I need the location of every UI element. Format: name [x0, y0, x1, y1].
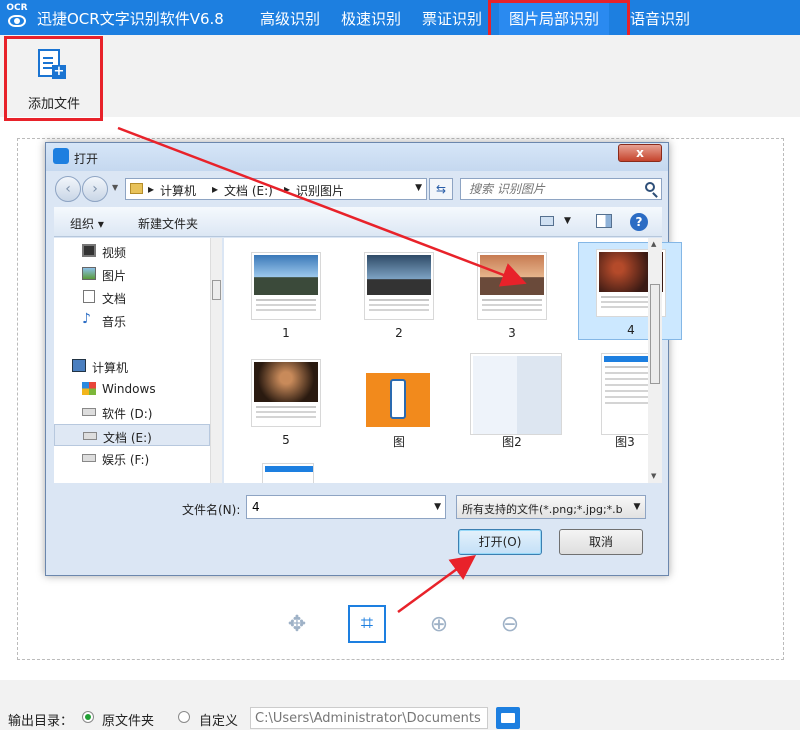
nav-item-computer[interactable]: 计算机: [54, 355, 210, 377]
image-tools: ✥ ⌗ ⊕ ⊖: [0, 605, 800, 645]
file-item-tu[interactable]: 图: [347, 353, 451, 451]
toolbar: + 添加文件: [0, 35, 800, 117]
computer-icon: [72, 359, 86, 372]
help-icon[interactable]: ?: [630, 213, 648, 231]
filename-input[interactable]: [247, 496, 427, 518]
output-dir-label: 输出目录：: [8, 714, 74, 729]
organize-menu[interactable]: 组织 ▾: [70, 215, 104, 232]
open-file-dialog: 打开 x ‹ › ▼ ▸ 计算机 ▸ 文档 (E:) ▸ 识别图片 ▼ ⇆ 组织…: [45, 142, 682, 576]
app-title: 迅捷OCR文字识别软件V6.8: [37, 10, 224, 28]
nav-item-documents[interactable]: 文档: [54, 286, 210, 308]
crop-icon[interactable]: ⌗: [348, 605, 386, 643]
recent-locations-icon[interactable]: ▼: [112, 183, 118, 192]
app-logo-icon: OCR: [4, 3, 30, 33]
browse-folder-icon[interactable]: [496, 707, 520, 729]
nav-pane-scrollbar[interactable]: [210, 238, 222, 483]
windows-drive-icon: [82, 382, 96, 395]
forward-button[interactable]: ›: [82, 176, 108, 202]
zoom-in-icon[interactable]: ⊕: [424, 611, 454, 641]
zoom-out-icon[interactable]: ⊖: [495, 611, 525, 641]
address-row: ‹ › ▼ ▸ 计算机 ▸ 文档 (E:) ▸ 识别图片 ▼ ⇆: [46, 173, 668, 205]
move-icon[interactable]: ✥: [282, 611, 312, 641]
nav-item-pictures[interactable]: 图片: [54, 263, 210, 285]
cancel-button[interactable]: 取消: [559, 529, 643, 555]
search-input[interactable]: [461, 179, 636, 199]
file-type-dropdown-icon[interactable]: ▼: [629, 496, 645, 518]
file-item-5[interactable]: 5: [234, 353, 338, 451]
tab-ticket-recognition[interactable]: 票证识别: [422, 8, 482, 29]
tab-advanced-recognition[interactable]: 高级识别: [260, 8, 320, 29]
nav-item-music[interactable]: ♪ 音乐: [54, 309, 210, 331]
filename-field[interactable]: ▼: [246, 495, 446, 519]
drive-icon: [82, 408, 96, 416]
drive-icon: [83, 432, 97, 440]
dialog-bottom: 文件名(N): ▼ 所有支持的文件(*.png;*.jpg;*.b ▼ 打开(O…: [54, 485, 662, 573]
breadcrumb-drive-e[interactable]: 文档 (E:): [224, 182, 273, 199]
nav-item-drive-d[interactable]: 软件 (D:): [54, 401, 210, 423]
dialog-close-button[interactable]: x: [618, 144, 662, 162]
file-list-pane: 1 2 3 4 5 图 图2 图3 ▲ ▼: [224, 238, 682, 483]
dialog-title-bar[interactable]: 打开 x: [46, 143, 668, 171]
video-icon: [82, 244, 96, 257]
drive-icon: [82, 454, 96, 462]
tab-voice-recognition[interactable]: 语音识别: [630, 8, 690, 29]
pictures-icon: [82, 267, 96, 280]
title-bar: OCR 迅捷OCR文字识别软件V6.8 高级识别 极速识别 票证识别 图片局部识…: [0, 0, 800, 35]
file-item-4[interactable]: 4: [578, 242, 682, 340]
file-pane-scrollbar[interactable]: ▲ ▼: [648, 238, 662, 483]
music-icon: ♪: [82, 311, 91, 327]
radio-original-folder[interactable]: [82, 711, 94, 723]
output-path-input[interactable]: [251, 708, 487, 728]
new-folder-button[interactable]: 新建文件夹: [138, 215, 198, 232]
breadcrumb-folder[interactable]: 识别图片: [296, 182, 344, 199]
original-folder-label[interactable]: 原文件夹: [102, 710, 154, 729]
file-item-3[interactable]: 3: [460, 246, 564, 344]
refresh-icon[interactable]: ⇆: [429, 178, 453, 200]
view-options-icon[interactable]: [540, 216, 554, 226]
dialog-title: 打开: [74, 152, 99, 166]
folder-icon: [130, 183, 143, 194]
app-logo-text: OCR: [6, 3, 28, 13]
file-item-1[interactable]: 1: [234, 246, 338, 344]
back-button[interactable]: ‹: [55, 176, 81, 202]
filename-dropdown-icon[interactable]: ▼: [434, 502, 441, 512]
file-item-partial[interactable]: [234, 460, 338, 483]
radio-custom[interactable]: [178, 711, 190, 723]
view-dropdown-icon[interactable]: ▼: [564, 216, 571, 226]
custom-label[interactable]: 自定义: [199, 710, 238, 729]
address-dropdown-icon[interactable]: ▼: [415, 183, 422, 193]
address-bar[interactable]: ▸ 计算机 ▸ 文档 (E:) ▸ 识别图片 ▼: [125, 178, 427, 200]
breadcrumb-computer[interactable]: 计算机: [160, 182, 196, 199]
search-box[interactable]: [460, 178, 662, 200]
file-item-2[interactable]: 2: [347, 246, 451, 344]
open-button[interactable]: 打开(O): [458, 529, 542, 555]
preview-pane-icon[interactable]: [596, 214, 612, 228]
dialog-app-icon: [53, 148, 69, 164]
search-icon[interactable]: [645, 182, 655, 192]
documents-icon: [83, 290, 95, 303]
output-path-field[interactable]: [250, 707, 488, 729]
tab-fast-recognition[interactable]: 极速识别: [341, 8, 401, 29]
file-type-select[interactable]: 所有支持的文件(*.png;*.jpg;*.b ▼: [456, 495, 646, 519]
nav-item-drive-e[interactable]: 文档 (E:): [54, 424, 210, 446]
output-bar: 输出目录： 原文件夹 自定义: [0, 680, 800, 730]
filename-label: 文件名(N):: [182, 503, 241, 517]
annotation-box-add-file: [4, 36, 103, 121]
navigation-pane: 视频 图片 文档 ♪ 音乐 计算机 Windows 软件 (D:) 文档 (E:: [54, 238, 222, 483]
nav-item-videos[interactable]: 视频: [54, 240, 210, 262]
file-type-value: 所有支持的文件(*.png;*.jpg;*.b: [462, 503, 623, 516]
command-bar: 组织 ▾ 新建文件夹 ▼ ?: [54, 207, 662, 237]
file-item-tu2[interactable]: 图2: [460, 353, 564, 451]
nav-item-drive-f[interactable]: 娱乐 (F:): [54, 447, 210, 469]
nav-item-windows[interactable]: Windows: [54, 378, 210, 400]
